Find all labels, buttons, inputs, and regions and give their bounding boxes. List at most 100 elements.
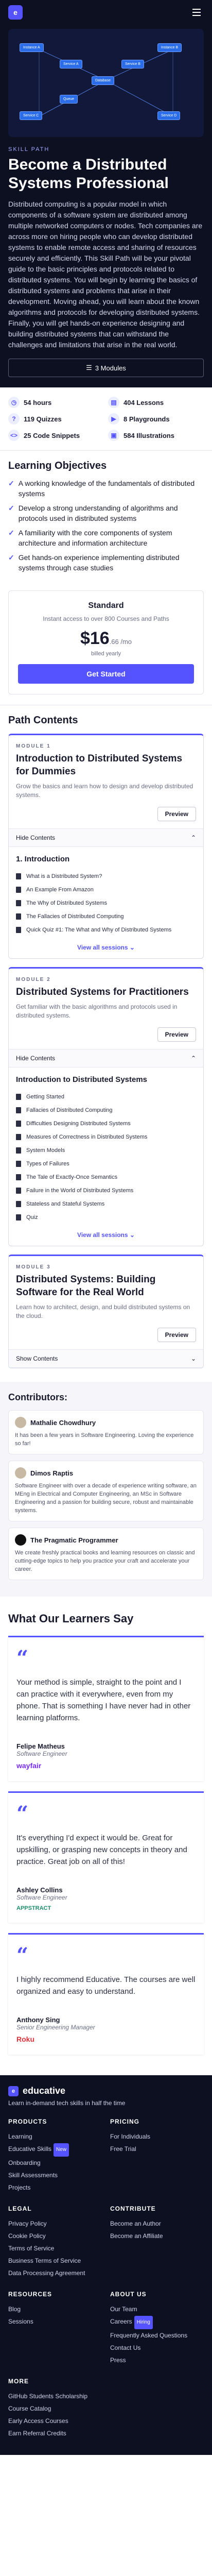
lesson-item[interactable]: Types of Failures bbox=[16, 1157, 196, 1171]
footer-link[interactable]: Terms of Service bbox=[8, 2242, 102, 2255]
lesson-item[interactable]: Quiz bbox=[16, 1211, 196, 1224]
footer-link[interactable]: Our Team bbox=[110, 2303, 204, 2315]
footer-link-label: Careers bbox=[110, 2318, 132, 2325]
diagram-node: Service B bbox=[121, 60, 144, 69]
toggle-contents[interactable]: Hide Contents ⌃ bbox=[9, 828, 203, 847]
footer-link[interactable]: Press bbox=[110, 2354, 204, 2366]
footer-link[interactable]: Earn Referral Credits bbox=[8, 2427, 102, 2439]
module-title[interactable]: Distributed Systems for Practitioners bbox=[16, 986, 196, 998]
module-description: Grow the basics and learn how to design … bbox=[16, 783, 193, 799]
testimonial-card: “ It's everything I'd expect it would be… bbox=[8, 1791, 204, 1923]
toggle-contents[interactable]: Show Contents ⌄ bbox=[9, 1349, 203, 1368]
footer-link[interactable]: Course Catalog bbox=[8, 2402, 102, 2415]
objective-item: ✓ Get hands-on experience implementing di… bbox=[8, 552, 204, 573]
preview-button[interactable]: Preview bbox=[157, 807, 196, 821]
stat-label: 54 hours bbox=[24, 398, 52, 406]
footer-link[interactable]: Contact Us bbox=[110, 2342, 204, 2354]
educative-logo[interactable]: e bbox=[8, 5, 23, 20]
author-bio: We create freshly practical books and le… bbox=[15, 1550, 195, 1572]
lesson-group-title: 1. Introduction bbox=[16, 855, 70, 863]
footer-column-title: ABOUT US bbox=[110, 2291, 147, 2298]
layers-icon: ☰ bbox=[86, 364, 92, 371]
footer-link[interactable]: Onboarding bbox=[8, 2157, 102, 2169]
lesson-item[interactable]: Quick Quiz #1: The What and Why of Distr… bbox=[16, 923, 196, 937]
lesson-item[interactable]: The Why of Distributed Systems bbox=[16, 896, 196, 910]
footer-link[interactable]: Data Processing Agreement bbox=[8, 2267, 102, 2279]
lesson-item[interactable]: Fallacies of Distributed Computing bbox=[16, 1104, 196, 1117]
module-title[interactable]: Distributed Systems: Building Software f… bbox=[16, 1273, 196, 1299]
testimonials-section: What Our Learners Say “ Your method is s… bbox=[0, 1597, 212, 2075]
footer-link[interactable]: Sessions bbox=[8, 2315, 102, 2328]
lesson-item[interactable]: Stateless and Stateful Systems bbox=[16, 1197, 196, 1211]
footer-link[interactable]: Become an Affiliate bbox=[110, 2230, 204, 2242]
footer-link[interactable]: Free Trial bbox=[110, 2143, 204, 2155]
footer-link[interactable]: Careers Hiring bbox=[110, 2315, 204, 2329]
footer-link[interactable]: Projects bbox=[8, 2181, 102, 2194]
view-all-link[interactable]: View all sessions ⌄ bbox=[9, 939, 203, 958]
footer-link[interactable]: For Individuals bbox=[110, 2130, 204, 2143]
author-name[interactable]: Mathalie Chowdhury bbox=[30, 1419, 96, 1427]
preview-button[interactable]: Preview bbox=[157, 1328, 196, 1342]
plan-subtitle: Instant access to over 800 Courses and P… bbox=[43, 615, 169, 622]
footer-link[interactable]: GitHub Students Scholarship bbox=[8, 2390, 102, 2402]
module-title[interactable]: Introduction to Distributed Systems for … bbox=[16, 752, 196, 778]
lesson-item[interactable]: System Models bbox=[16, 1144, 196, 1157]
lesson-label: Getting Started bbox=[26, 1094, 64, 1100]
lesson-item[interactable]: The Fallacies of Distributed Computing bbox=[16, 910, 196, 923]
footer-link[interactable]: Privacy Policy bbox=[8, 2217, 102, 2230]
lesson-icon bbox=[16, 1201, 21, 1207]
lesson-item[interactable]: An Example From Amazon bbox=[16, 883, 196, 896]
lesson-item[interactable]: Difficulties Designing Distributed Syste… bbox=[16, 1117, 196, 1130]
get-started-button[interactable]: Get Started bbox=[18, 664, 194, 684]
objective-item: ✓ A familiarity with the core components … bbox=[8, 528, 204, 548]
lesson-list: 1. Introduction What is a Distributed Sy… bbox=[9, 847, 203, 939]
lesson-item[interactable]: Getting Started bbox=[16, 1090, 196, 1104]
lesson-label: The Fallacies of Distributed Computing bbox=[26, 913, 124, 920]
footer-link[interactable]: Business Terms of Service bbox=[8, 2255, 102, 2267]
diagram-node: Service D bbox=[157, 111, 181, 120]
stat-label: 8 Playgrounds bbox=[123, 415, 170, 423]
avatar bbox=[15, 1534, 26, 1546]
footer-link[interactable]: Skill Assessments bbox=[8, 2169, 102, 2181]
footer-link[interactable]: Educative Skills New bbox=[8, 2143, 102, 2157]
author-card: Mathalie Chowdhury It has been a few yea… bbox=[8, 1410, 204, 1454]
plan-price: $16.66 /mo bbox=[18, 629, 194, 649]
footer-brand[interactable]: e educative bbox=[8, 2086, 204, 2096]
footer-column-about: ABOUT US Our Team Careers Hiring Frequent… bbox=[110, 2291, 204, 2366]
author-bio: Software Engineer with over a decade of … bbox=[15, 1483, 197, 1514]
view-all-link[interactable]: View all sessions ⌄ bbox=[9, 1226, 203, 1246]
toggle-contents[interactable]: Hide Contents ⌃ bbox=[9, 1049, 203, 1067]
footer-link[interactable]: Become an Author bbox=[110, 2217, 204, 2230]
author-name[interactable]: The Pragmatic Programmer bbox=[30, 1536, 118, 1544]
footer-link[interactable]: Early Access Courses bbox=[8, 2415, 102, 2427]
footer-tagline: Learn in-demand tech skills in half the … bbox=[8, 2099, 126, 2107]
footer-column-title: PRICING bbox=[110, 2118, 140, 2125]
lesson-item[interactable]: The Tale of Exactly-Once Semantics bbox=[16, 1171, 196, 1184]
modules-button[interactable]: ☰ 3 Modules bbox=[8, 359, 204, 377]
lesson-label: The Tale of Exactly-Once Semantics bbox=[26, 1174, 118, 1180]
footer-link[interactable]: Cookie Policy bbox=[8, 2230, 102, 2242]
menu-icon[interactable] bbox=[189, 5, 204, 20]
objective-text: A familiarity with the core components o… bbox=[18, 529, 172, 547]
chevron-down-icon: ⌄ bbox=[190, 1355, 196, 1362]
author-name[interactable]: Dimos Raptis bbox=[30, 1469, 73, 1477]
preview-button[interactable]: Preview bbox=[157, 1027, 196, 1042]
lesson-icon bbox=[16, 913, 21, 920]
lesson-item[interactable]: Measures of Correctness in Distributed S… bbox=[16, 1130, 196, 1144]
footer-link[interactable]: Blog bbox=[8, 2303, 102, 2315]
educative-logo: e bbox=[8, 2086, 19, 2096]
lesson-item[interactable]: Failure in the World of Distributed Syst… bbox=[16, 1184, 196, 1197]
diagram-node: Instance B bbox=[157, 43, 182, 52]
testimonial-text: Your method is simple, straight to the p… bbox=[16, 1678, 191, 1722]
company-logo: APPSTRACT bbox=[16, 1905, 51, 1911]
lesson-icon bbox=[16, 1094, 21, 1100]
reviewer-role: Software Engineer bbox=[16, 1750, 67, 1757]
stat-label: 25 Code Snippets bbox=[24, 431, 80, 439]
site-footer: e educative Learn in-demand tech skills … bbox=[0, 2075, 212, 2455]
lesson-item[interactable]: What is a Distributed System? bbox=[16, 870, 196, 883]
footer-link[interactable]: Frequently Asked Questions bbox=[110, 2329, 204, 2342]
quiz-icon: ? bbox=[8, 413, 20, 425]
footer-link[interactable]: Learning bbox=[8, 2130, 102, 2143]
module-description: Get familiar with the basic algorithms a… bbox=[16, 1003, 178, 1019]
toggle-label: Hide Contents bbox=[16, 1055, 56, 1062]
